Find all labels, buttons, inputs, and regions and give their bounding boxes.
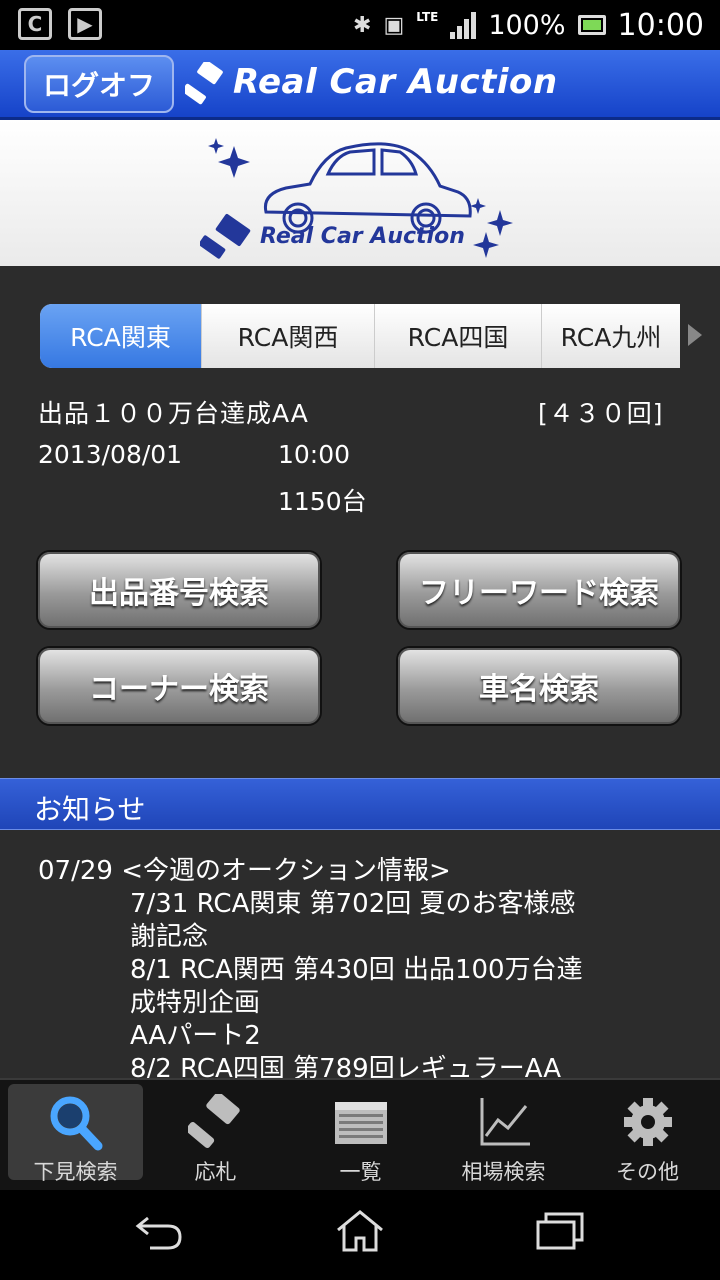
battery-percent: 100%: [488, 9, 566, 41]
news-lines: 7/31 RCA関東 第702回 夏のお客様感 謝記念 8/1 RCA関西 第4…: [130, 888, 670, 1078]
auction-name: 出品１００万台達成AA: [38, 399, 309, 428]
car-name-search-button[interactable]: 車名検索: [396, 646, 682, 726]
app-header: ログオフ Real Car Auction: [0, 50, 720, 120]
news-header: お知らせ: [0, 778, 720, 830]
news-line: 7/31 RCA関東 第702回 夏のお客様感: [130, 889, 576, 919]
news-line: 成特別企画: [130, 988, 261, 1018]
nav-other[interactable]: その他: [580, 1084, 715, 1184]
nav-list[interactable]: 一覧: [293, 1084, 428, 1184]
tab-rca-kyushu[interactable]: RCA九州: [542, 304, 680, 368]
news-line: 8/2 RCA四国 第789回レギュラーAA: [130, 1054, 562, 1078]
clock: 10:00: [617, 7, 704, 43]
auction-round: [４３０回]: [538, 399, 664, 428]
tabs-next-arrow-icon[interactable]: [688, 324, 702, 346]
tab-rca-kanto[interactable]: RCA関東: [40, 304, 202, 368]
nav-label: 下見検索: [33, 1160, 118, 1184]
home-icon[interactable]: [334, 1208, 386, 1252]
main-content: RCA関東 RCA関西 RCA四国 RCA九州 出品１００万台達成AA [４３０…: [0, 266, 720, 1078]
nav-label: 相場検索: [461, 1160, 546, 1184]
recent-apps-icon[interactable]: [534, 1208, 586, 1252]
gear-icon: [623, 1098, 672, 1146]
battery-icon: [577, 15, 606, 35]
news-body[interactable]: 07/29 <今週のオークション情報> 7/31 RCA関東 第702回 夏のお…: [0, 830, 720, 1078]
news-line: 謝記念: [130, 922, 209, 952]
nav-label: 一覧: [339, 1160, 382, 1184]
gavel-icon: [187, 1094, 240, 1149]
news-line: 8/1 RCA関西 第430回 出品100万台達: [130, 955, 583, 985]
logoff-button[interactable]: ログオフ: [24, 55, 174, 113]
status-bar: C ▶ ✱ ▣ LTE 100% 10:00: [0, 0, 720, 50]
nav-market-search[interactable]: 相場検索: [436, 1084, 571, 1184]
bluetooth-icon: ✱: [353, 12, 372, 38]
news-title: お知らせ: [34, 793, 146, 826]
tab-rca-shikoku[interactable]: RCA四国: [375, 304, 542, 368]
app-title: Real Car Auction: [233, 62, 558, 102]
play-store-icon: ▶: [68, 8, 102, 40]
system-nav-bar: [0, 1190, 720, 1280]
gavel-logo-icon: [185, 62, 223, 105]
auction-count: 1150台: [278, 487, 367, 516]
tab-rca-kansai[interactable]: RCA関西: [202, 304, 375, 368]
news-headline: 07/29 <今週のオークション情報>: [38, 856, 451, 886]
lot-number-search-button[interactable]: 出品番号検索: [36, 550, 322, 630]
auction-date: 2013/08/01: [38, 440, 183, 469]
nav-label: 応札: [194, 1160, 237, 1184]
banner: Real Car Auction: [0, 120, 720, 266]
free-word-search-button[interactable]: フリーワード検索: [396, 550, 682, 630]
c-notification-icon: C: [18, 8, 52, 40]
banner-title: Real Car Auction: [260, 224, 465, 249]
corner-search-button[interactable]: コーナー検索: [36, 646, 322, 726]
lte-signal-icon: [450, 11, 477, 39]
news-line: AAパート2: [130, 1021, 261, 1051]
vibrate-icon: ▣: [383, 12, 405, 38]
lte-label: LTE: [416, 10, 439, 24]
venue-tabs: RCA関東 RCA関西 RCA四国 RCA九州: [40, 304, 680, 368]
back-icon[interactable]: [134, 1208, 186, 1252]
nav-preview-search[interactable]: 下見検索: [8, 1084, 143, 1184]
chart-icon: [480, 1098, 530, 1146]
nav-label: その他: [616, 1160, 679, 1184]
bottom-nav: 下見検索 応札 一覧 相場検索 その他: [0, 1078, 720, 1190]
auction-time: 10:00: [278, 440, 351, 469]
nav-bid[interactable]: 応札: [148, 1084, 283, 1184]
search-icon: [50, 1096, 102, 1151]
list-icon: [334, 1102, 387, 1144]
